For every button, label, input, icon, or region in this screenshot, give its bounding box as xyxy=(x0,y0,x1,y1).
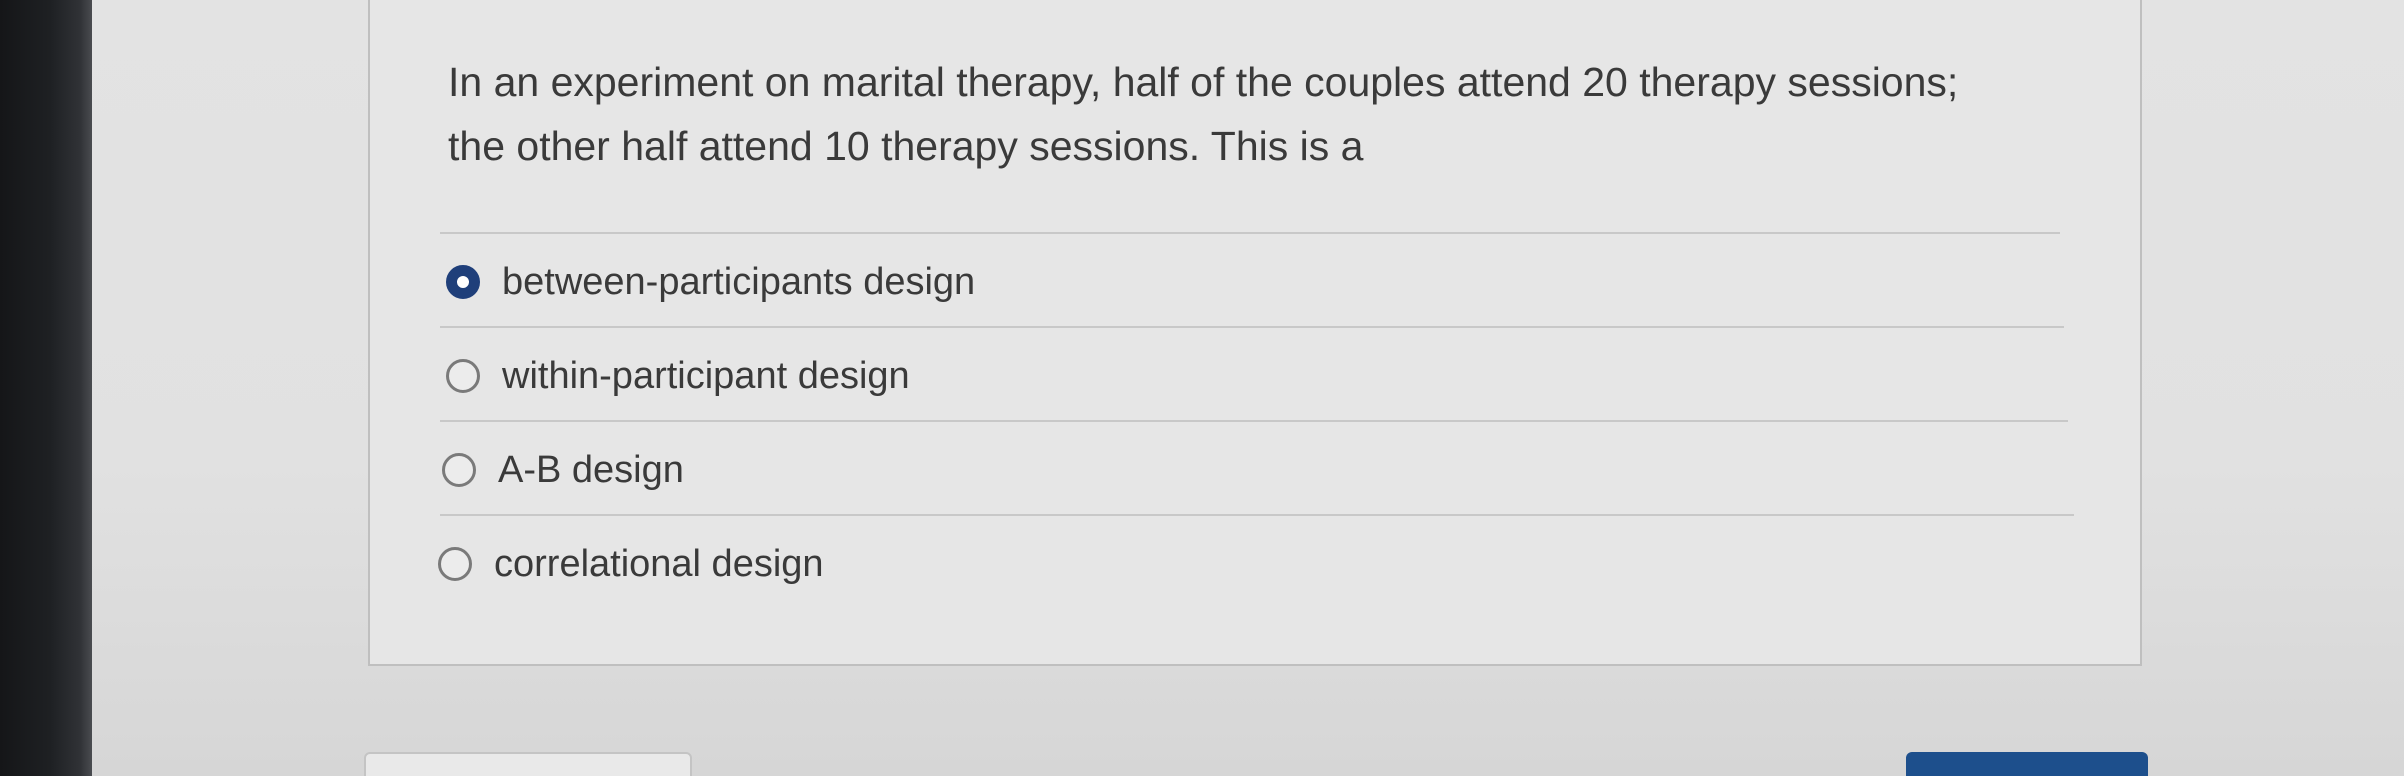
device-bezel xyxy=(0,0,92,776)
option-within-participant[interactable]: within-participant design xyxy=(446,346,910,406)
primary-button[interactable] xyxy=(1906,752,2148,776)
radio-icon[interactable] xyxy=(438,547,472,581)
option-label: within-participant design xyxy=(502,354,910,397)
option-correlational[interactable]: correlational design xyxy=(438,534,824,594)
secondary-button[interactable] xyxy=(364,752,692,776)
option-between-participants[interactable]: between-participants design xyxy=(446,252,975,312)
option-label: A-B design xyxy=(498,448,684,491)
question-text: In an experiment on marital therapy, hal… xyxy=(448,59,1959,169)
option-label: correlational design xyxy=(494,542,824,585)
divider xyxy=(440,326,2064,328)
divider xyxy=(440,514,2074,516)
divider xyxy=(440,232,2060,234)
radio-icon[interactable] xyxy=(442,453,476,487)
question-card: In an experiment on marital therapy, hal… xyxy=(368,0,2142,666)
option-label: between-participants design xyxy=(502,260,976,303)
radio-selected-icon[interactable] xyxy=(446,265,480,299)
radio-icon[interactable] xyxy=(446,359,480,393)
option-a-b[interactable]: A-B design xyxy=(442,440,684,500)
divider xyxy=(440,420,2068,422)
